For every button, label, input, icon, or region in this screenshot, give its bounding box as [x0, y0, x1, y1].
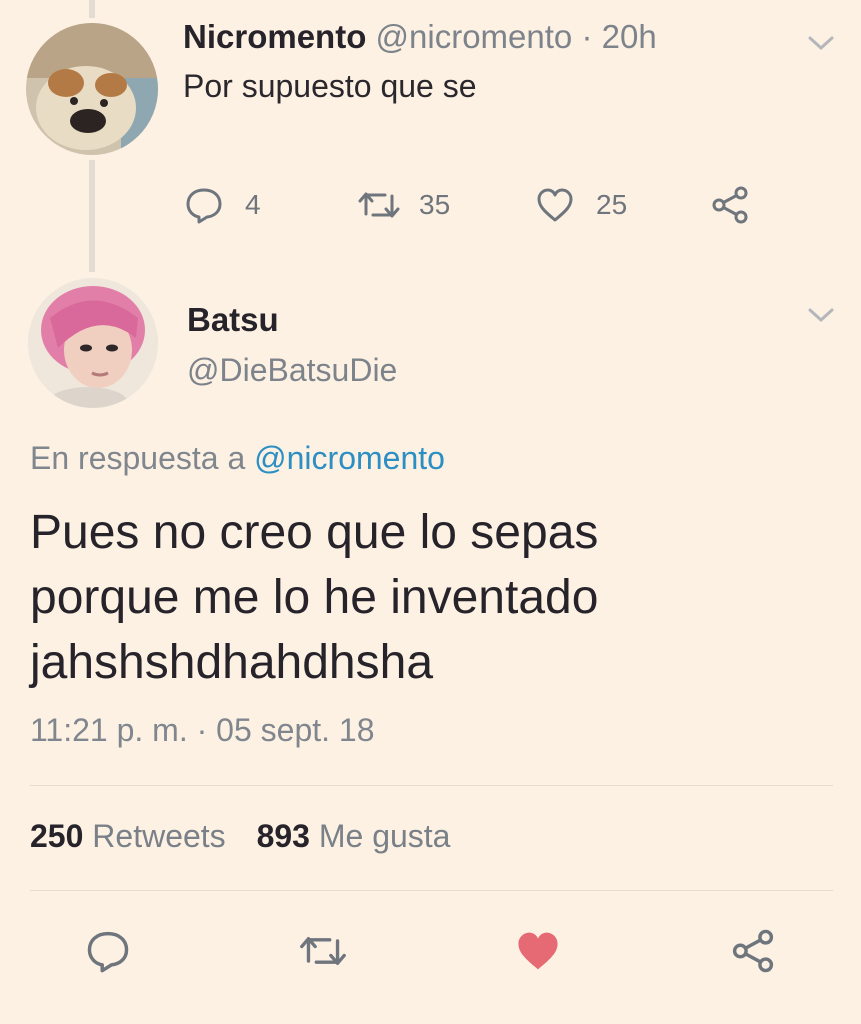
tweet-menu-button[interactable]: [807, 305, 835, 325]
like-button-active[interactable]: [513, 926, 563, 976]
chevron-down-icon: [808, 36, 834, 50]
tweet-header: Nicromento @nicromento · 20h: [183, 18, 657, 56]
tweet-timestamp[interactable]: 11:21 p. m. · 05 sept. 18: [30, 712, 375, 749]
tweet-text: Pues no creo que lo sepas porque me lo h…: [30, 500, 830, 695]
thread-line: [89, 160, 95, 272]
avatar-nicromento[interactable]: [26, 23, 158, 155]
retweet-label: Retweets: [92, 818, 226, 854]
retweets-stat[interactable]: 250 Retweets: [30, 818, 235, 854]
retweet-count: 35: [419, 189, 451, 220]
reply-to-link[interactable]: @nicromento: [254, 440, 445, 476]
share-button[interactable]: [728, 926, 778, 976]
tweet-actions: 4 35 25: [0, 183, 861, 227]
reply-button[interactable]: 4: [185, 183, 261, 227]
author-handle[interactable]: @nicromento: [376, 18, 573, 55]
tweet-text: Por supuesto que se: [183, 68, 477, 104]
tweet-stats: 250 Retweets 893 Me gusta: [30, 818, 450, 855]
reply-icon: [186, 188, 222, 224]
tweet-text-line: jahshshdhahdhsha: [30, 636, 434, 689]
retweet-total: 250: [30, 818, 84, 854]
separator-dot: ·: [581, 18, 593, 55]
like-total: 893: [256, 818, 310, 854]
share-button[interactable]: [710, 183, 750, 227]
reply-count: 4: [245, 189, 261, 220]
divider: [30, 785, 833, 786]
author-name[interactable]: Nicromento: [183, 18, 366, 55]
retweet-icon: [358, 192, 400, 218]
reply-context: En respuesta a @nicromento: [30, 440, 445, 477]
retweet-button[interactable]: [298, 926, 348, 976]
bulldog-avatar-icon: [26, 23, 158, 155]
retweet-icon: [300, 937, 346, 965]
share-icon: [712, 186, 748, 224]
main-tweet-actions: [0, 926, 861, 976]
reply-button[interactable]: [83, 926, 133, 976]
reply-icon: [87, 931, 129, 973]
tweet-time[interactable]: 20h: [602, 18, 657, 55]
tweet-text-line: Pues no creo que lo sepas: [30, 506, 599, 559]
author-name[interactable]: Batsu: [187, 301, 279, 339]
chevron-down-icon: [808, 308, 834, 322]
heart-icon: [537, 188, 573, 222]
divider: [30, 890, 833, 891]
author-handle[interactable]: @DieBatsuDie: [187, 352, 397, 389]
pink-hair-avatar-icon: [28, 278, 158, 408]
like-count: 25: [596, 189, 628, 220]
thread-line-top: [89, 0, 95, 18]
tweet-menu-button[interactable]: [807, 33, 835, 53]
likes-stat[interactable]: 893 Me gusta: [257, 818, 451, 854]
tweet-text-line: porque me lo he inventado: [30, 571, 599, 624]
like-label: Me gusta: [318, 818, 451, 854]
reply-prefix: En respuesta a: [30, 440, 246, 476]
retweet-button[interactable]: 35: [357, 183, 450, 227]
heart-icon: [518, 932, 558, 970]
like-button[interactable]: 25: [536, 183, 627, 227]
share-icon: [732, 929, 774, 973]
avatar-batsu[interactable]: [28, 278, 158, 408]
